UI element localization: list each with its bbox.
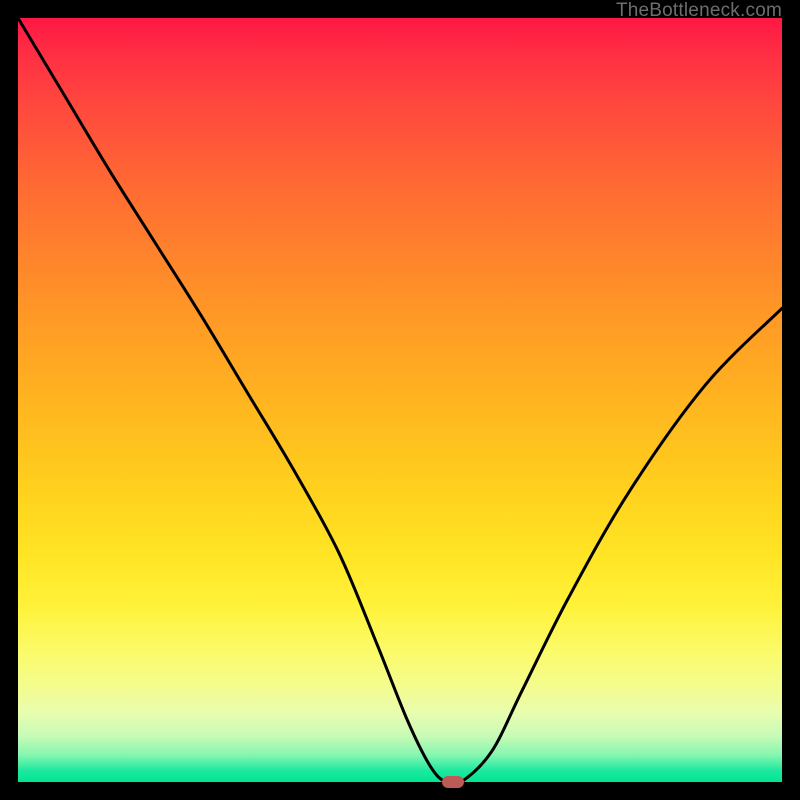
bottleneck-curve [18,18,782,785]
optimal-point-marker [442,776,464,788]
chart-stage: TheBottleneck.com [0,0,800,800]
curve-svg [18,18,782,782]
gradient-plot-area [18,18,782,782]
